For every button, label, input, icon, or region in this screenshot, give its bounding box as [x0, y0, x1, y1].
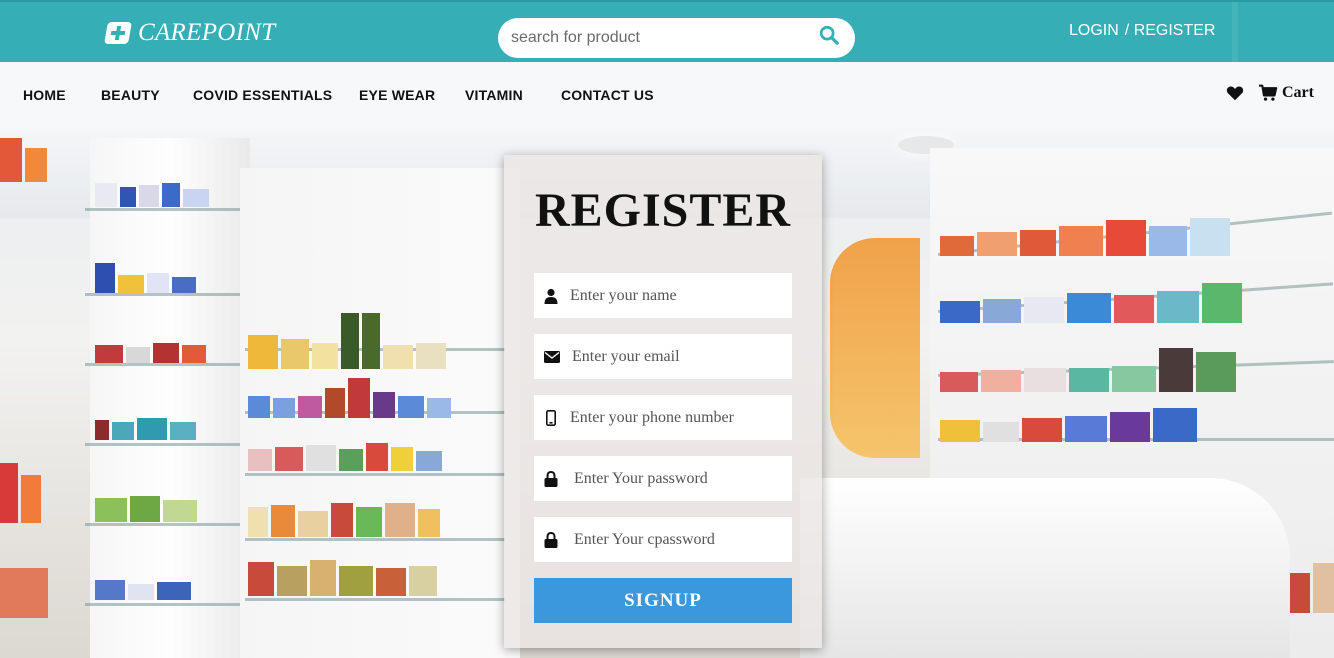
shelf [85, 293, 240, 296]
top-bar: CAREPOINT LOGIN / REGISTER [0, 0, 1334, 62]
shelf [245, 538, 505, 541]
shelf [245, 598, 505, 601]
product-row [95, 418, 196, 440]
nav-item-vitamin[interactable]: VITAMIN [465, 87, 523, 103]
product-row [248, 503, 440, 537]
name-input[interactable] [570, 286, 790, 305]
nav-item-home[interactable]: HOME [23, 87, 66, 103]
pharmacy-counter [800, 478, 1290, 658]
product-row [95, 496, 197, 522]
phone-input[interactable] [570, 408, 790, 427]
product-row [940, 283, 1242, 323]
product-row [95, 580, 191, 600]
login-link[interactable]: LOGIN [1069, 22, 1119, 40]
nav-bar: HOME BEAUTY COVID ESSENTIALS EYE WEAR VI… [0, 62, 1334, 128]
shelf [85, 443, 240, 446]
name-field [534, 273, 792, 318]
email-input[interactable] [572, 347, 792, 366]
shelf [85, 523, 240, 526]
product-row [940, 218, 1230, 256]
nav-actions: Cart [1226, 84, 1314, 102]
product-row [940, 348, 1236, 392]
product-row [95, 183, 209, 207]
cart-icon [1259, 84, 1278, 101]
product-row [248, 560, 437, 596]
search-input[interactable] [511, 28, 801, 48]
product-row [940, 408, 1197, 442]
search-icon[interactable] [818, 24, 840, 46]
product-row [1290, 563, 1334, 613]
product-row [248, 378, 451, 418]
password-field [534, 456, 792, 501]
confirm-password-input[interactable] [574, 530, 792, 549]
product-row [248, 313, 446, 369]
auth-links: LOGIN / REGISTER [1069, 22, 1215, 40]
envelope-icon [544, 350, 560, 363]
user-icon [544, 288, 558, 304]
cart-label: Cart [1282, 84, 1314, 101]
register-title: REGISTER [534, 184, 792, 237]
nav-item-contact-us[interactable]: CONTACT US [561, 87, 654, 103]
medical-cross-icon [104, 22, 132, 44]
brand-logo[interactable]: CAREPOINT [104, 19, 276, 47]
topbar-fade [1234, 2, 1334, 62]
lock-icon [544, 470, 558, 487]
brand-name: CAREPOINT [138, 19, 276, 46]
signup-button[interactable]: SIGNUP [534, 578, 792, 623]
lock-icon [544, 531, 558, 548]
email-field [534, 334, 792, 379]
register-form: REGISTER SIGNUP [504, 155, 822, 648]
heart-icon[interactable] [1226, 85, 1244, 101]
cart-button[interactable]: Cart [1258, 84, 1314, 102]
search-box [498, 18, 855, 58]
product-row [0, 568, 48, 618]
shelf [85, 603, 240, 606]
mobile-icon [546, 409, 556, 426]
confirm-password-field [534, 517, 792, 562]
password-input[interactable] [574, 469, 792, 488]
pill-poster [830, 238, 920, 458]
product-row [95, 263, 196, 293]
product-row [95, 343, 206, 363]
product-row [0, 463, 41, 523]
product-row [248, 443, 442, 471]
register-link[interactable]: / REGISTER [1125, 22, 1216, 40]
phone-field [534, 395, 792, 440]
nav-item-eye-wear[interactable]: EYE WEAR [359, 87, 435, 103]
nav-item-covid-essentials[interactable]: COVID ESSENTIALS [193, 87, 332, 103]
nav-item-beauty[interactable]: BEAUTY [101, 87, 160, 103]
shelf [245, 473, 505, 476]
shelf [85, 363, 240, 366]
product-row [0, 138, 47, 182]
shelf [85, 208, 240, 211]
